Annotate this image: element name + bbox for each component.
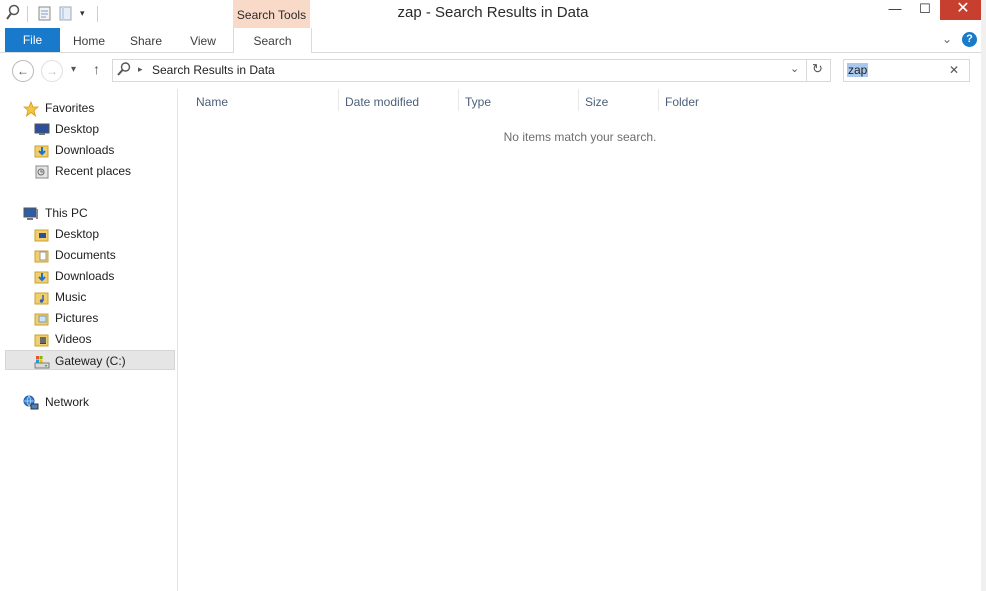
computer-icon — [23, 206, 38, 220]
tab-share[interactable]: Share — [123, 28, 169, 52]
column-divider[interactable] — [578, 89, 579, 111]
desktop-folder-icon — [34, 227, 49, 242]
breadcrumb-chevron-icon[interactable]: ▸ — [138, 64, 143, 75]
videos-folder-icon — [34, 332, 49, 347]
music-folder-icon — [34, 290, 49, 305]
refresh-button[interactable]: ↻ — [812, 61, 823, 77]
column-header-size[interactable]: Size — [585, 94, 608, 110]
downloads-folder-icon — [34, 269, 49, 284]
forward-button[interactable]: → — [41, 60, 63, 82]
search-results-icon — [116, 61, 132, 80]
navigation-pane: Favorites Desktop Downloads Recent place… — [5, 89, 178, 591]
minimize-button[interactable]: — — [880, 0, 910, 20]
help-icon[interactable]: ? — [962, 32, 977, 47]
address-divider — [806, 60, 807, 81]
column-header-name[interactable]: Name — [196, 94, 228, 110]
nav-pc-desktop[interactable]: Desktop — [5, 224, 175, 244]
back-button[interactable]: ← — [12, 60, 34, 82]
maximize-button[interactable]: ☐ — [910, 0, 940, 20]
tab-home[interactable]: Home — [66, 28, 112, 52]
nav-this-pc[interactable]: This PC — [5, 203, 175, 223]
column-divider[interactable] — [458, 89, 459, 111]
nav-pc-downloads[interactable]: Downloads — [5, 266, 175, 286]
nav-network[interactable]: Network — [5, 392, 175, 412]
recent-locations-button[interactable]: ▾ — [71, 64, 76, 75]
nav-fav-desktop[interactable]: Desktop — [5, 119, 175, 139]
column-divider[interactable] — [338, 89, 339, 111]
downloads-icon — [34, 143, 49, 158]
close-button[interactable]: ✕ — [940, 0, 986, 20]
breadcrumb-path[interactable]: Search Results in Data — [152, 63, 275, 77]
star-icon — [22, 100, 40, 118]
tab-file[interactable]: File — [5, 28, 60, 52]
network-icon — [23, 395, 39, 410]
clear-search-button[interactable]: ✕ — [949, 63, 959, 77]
documents-folder-icon — [34, 248, 49, 263]
nav-pc-gateway-drive[interactable]: Gateway (C:) — [5, 350, 175, 370]
drive-icon — [34, 354, 50, 369]
column-header-folder[interactable]: Folder — [665, 94, 699, 110]
nav-pc-music[interactable]: Music — [5, 287, 175, 307]
search-query[interactable]: zap — [847, 63, 869, 77]
window-title: zap - Search Results in Data — [397, 4, 589, 21]
nav-fav-recent-places[interactable]: Recent places — [5, 161, 175, 181]
column-header-type[interactable]: Type — [465, 94, 491, 110]
nav-pc-videos[interactable]: Videos — [5, 329, 175, 349]
tab-search[interactable]: Search — [233, 28, 312, 53]
empty-results-message: No items match your search. — [503, 130, 657, 144]
desktop-icon — [34, 122, 50, 136]
nav-fav-downloads[interactable]: Downloads — [5, 140, 175, 160]
column-header-date-modified[interactable]: Date modified — [345, 94, 419, 110]
recent-places-icon — [34, 164, 49, 179]
nav-pc-documents[interactable]: Documents — [5, 245, 175, 265]
pictures-folder-icon — [34, 311, 49, 326]
address-dropdown-icon[interactable]: ⌄ — [790, 62, 799, 75]
column-divider[interactable] — [658, 89, 659, 111]
nav-favorites[interactable]: Favorites — [5, 98, 175, 118]
tab-view[interactable]: View — [180, 28, 226, 52]
nav-pc-pictures[interactable]: Pictures — [5, 308, 175, 328]
up-button[interactable]: ↑ — [93, 61, 100, 77]
window-border — [981, 0, 986, 591]
expand-ribbon-icon[interactable]: ⌄ — [942, 32, 952, 46]
